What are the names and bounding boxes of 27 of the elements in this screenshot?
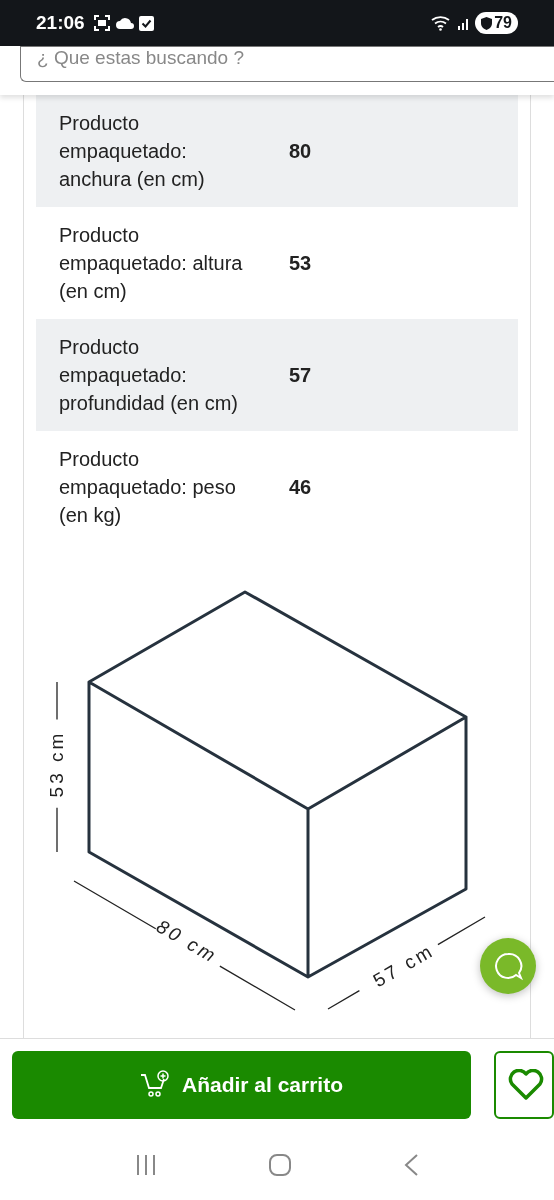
back-icon[interactable] <box>402 1153 419 1177</box>
cloud-icon <box>114 16 135 30</box>
chat-button[interactable] <box>480 938 536 994</box>
shield-icon <box>481 16 493 30</box>
recent-apps-icon[interactable] <box>135 1154 158 1176</box>
spec-label: Producto empaquetado: peso (en kg) <box>59 447 237 528</box>
search-field[interactable]: ¿ Que estas buscando ? <box>20 46 554 82</box>
screenshot-icon <box>92 14 111 32</box>
battery-level: 79 <box>494 13 512 33</box>
spec-label: Producto empaquetado: anchura (en cm) <box>59 111 206 192</box>
status-time: 21:06 <box>36 10 85 35</box>
width-label: 80 cm <box>153 915 222 968</box>
depth-label: 57 cm <box>369 939 438 992</box>
home-icon[interactable] <box>268 1153 292 1177</box>
spec-value: 46 <box>289 475 312 500</box>
checkbox-icon <box>138 15 154 31</box>
add-to-cart-button[interactable]: Añadir al carrito <box>12 1050 471 1119</box>
spec-value: 57 <box>289 363 312 388</box>
chat-bubble-icon <box>493 951 523 981</box>
heart-icon <box>508 1068 544 1101</box>
spec-value: 80 <box>289 139 312 164</box>
cart-plus-icon <box>139 1069 170 1100</box>
spec-label: Producto empaquetado: altura (en cm) <box>59 223 244 304</box>
spec-label: Producto empaquetado: profundidad (en cm) <box>59 335 239 416</box>
spec-value: 53 <box>289 251 312 276</box>
height-label: 53 cm <box>46 730 67 798</box>
wishlist-button[interactable] <box>494 1050 554 1119</box>
